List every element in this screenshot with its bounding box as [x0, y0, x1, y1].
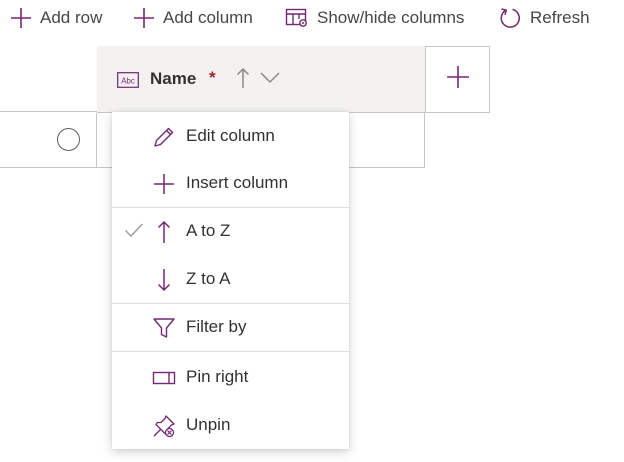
row-select-radio[interactable]	[57, 128, 80, 151]
required-marker: *	[209, 68, 216, 87]
arrow-up-icon	[152, 220, 176, 244]
menu-item-filter-by[interactable]: Filter by	[112, 304, 349, 351]
menu-item-label: Insert column	[186, 173, 289, 192]
menu-item-label: Pin right	[186, 367, 249, 386]
menu-separator	[112, 351, 349, 352]
add-row-label: Add row	[40, 8, 103, 27]
refresh-label: Refresh	[530, 8, 590, 27]
menu-item-insert-column[interactable]: Insert column	[112, 160, 349, 207]
plus-icon	[133, 7, 155, 29]
menu-item-sort-a-to-z[interactable]: A to Z	[112, 208, 349, 255]
column-context-menu: Edit column Insert column A to Z Z to A …	[112, 112, 349, 449]
menu-item-edit-column[interactable]: Edit column	[112, 113, 349, 160]
row-divider	[96, 113, 97, 168]
unpin-icon	[152, 414, 176, 438]
menu-item-label: Unpin	[186, 415, 231, 434]
show-hide-columns-button[interactable]: Show/hide columns	[285, 5, 464, 31]
chevron-down-icon[interactable]	[259, 71, 281, 90]
add-column-button[interactable]: Add column	[133, 5, 253, 31]
pencil-icon	[152, 125, 176, 149]
add-column-label: Add column	[163, 8, 253, 27]
add-row-button[interactable]: Add row	[10, 5, 102, 31]
plus-icon	[446, 65, 470, 94]
sort-ascending-icon	[236, 67, 250, 94]
text-type-icon: Abc	[117, 72, 139, 93]
checkmark-icon	[124, 222, 144, 243]
arrow-down-icon	[152, 268, 176, 292]
menu-item-unpin[interactable]: Unpin	[112, 402, 349, 449]
refresh-icon	[498, 6, 522, 30]
command-bar: Add row Add column Show/hide columns Ref…	[0, 0, 624, 36]
plus-icon	[152, 172, 176, 196]
filter-icon	[152, 316, 176, 340]
menu-item-label: Z to A	[186, 269, 231, 288]
menu-item-label: Filter by	[186, 317, 247, 336]
menu-item-sort-z-to-a[interactable]: Z to A	[112, 256, 349, 303]
column-settings-icon	[285, 7, 309, 29]
plus-icon	[10, 7, 32, 29]
pin-right-icon	[152, 366, 176, 390]
refresh-button[interactable]: Refresh	[498, 5, 590, 31]
show-hide-columns-label: Show/hide columns	[317, 8, 465, 27]
type-icon-text: Abc	[121, 77, 135, 86]
column-title: Name	[150, 69, 197, 88]
menu-item-label: Edit column	[186, 126, 275, 145]
menu-item-pin-right[interactable]: Pin right	[112, 354, 349, 401]
column-header-name[interactable]: Abc Name *	[97, 46, 425, 113]
select-all-header	[0, 46, 97, 112]
add-column-header-button[interactable]	[425, 46, 490, 113]
menu-item-label: A to Z	[186, 221, 231, 240]
